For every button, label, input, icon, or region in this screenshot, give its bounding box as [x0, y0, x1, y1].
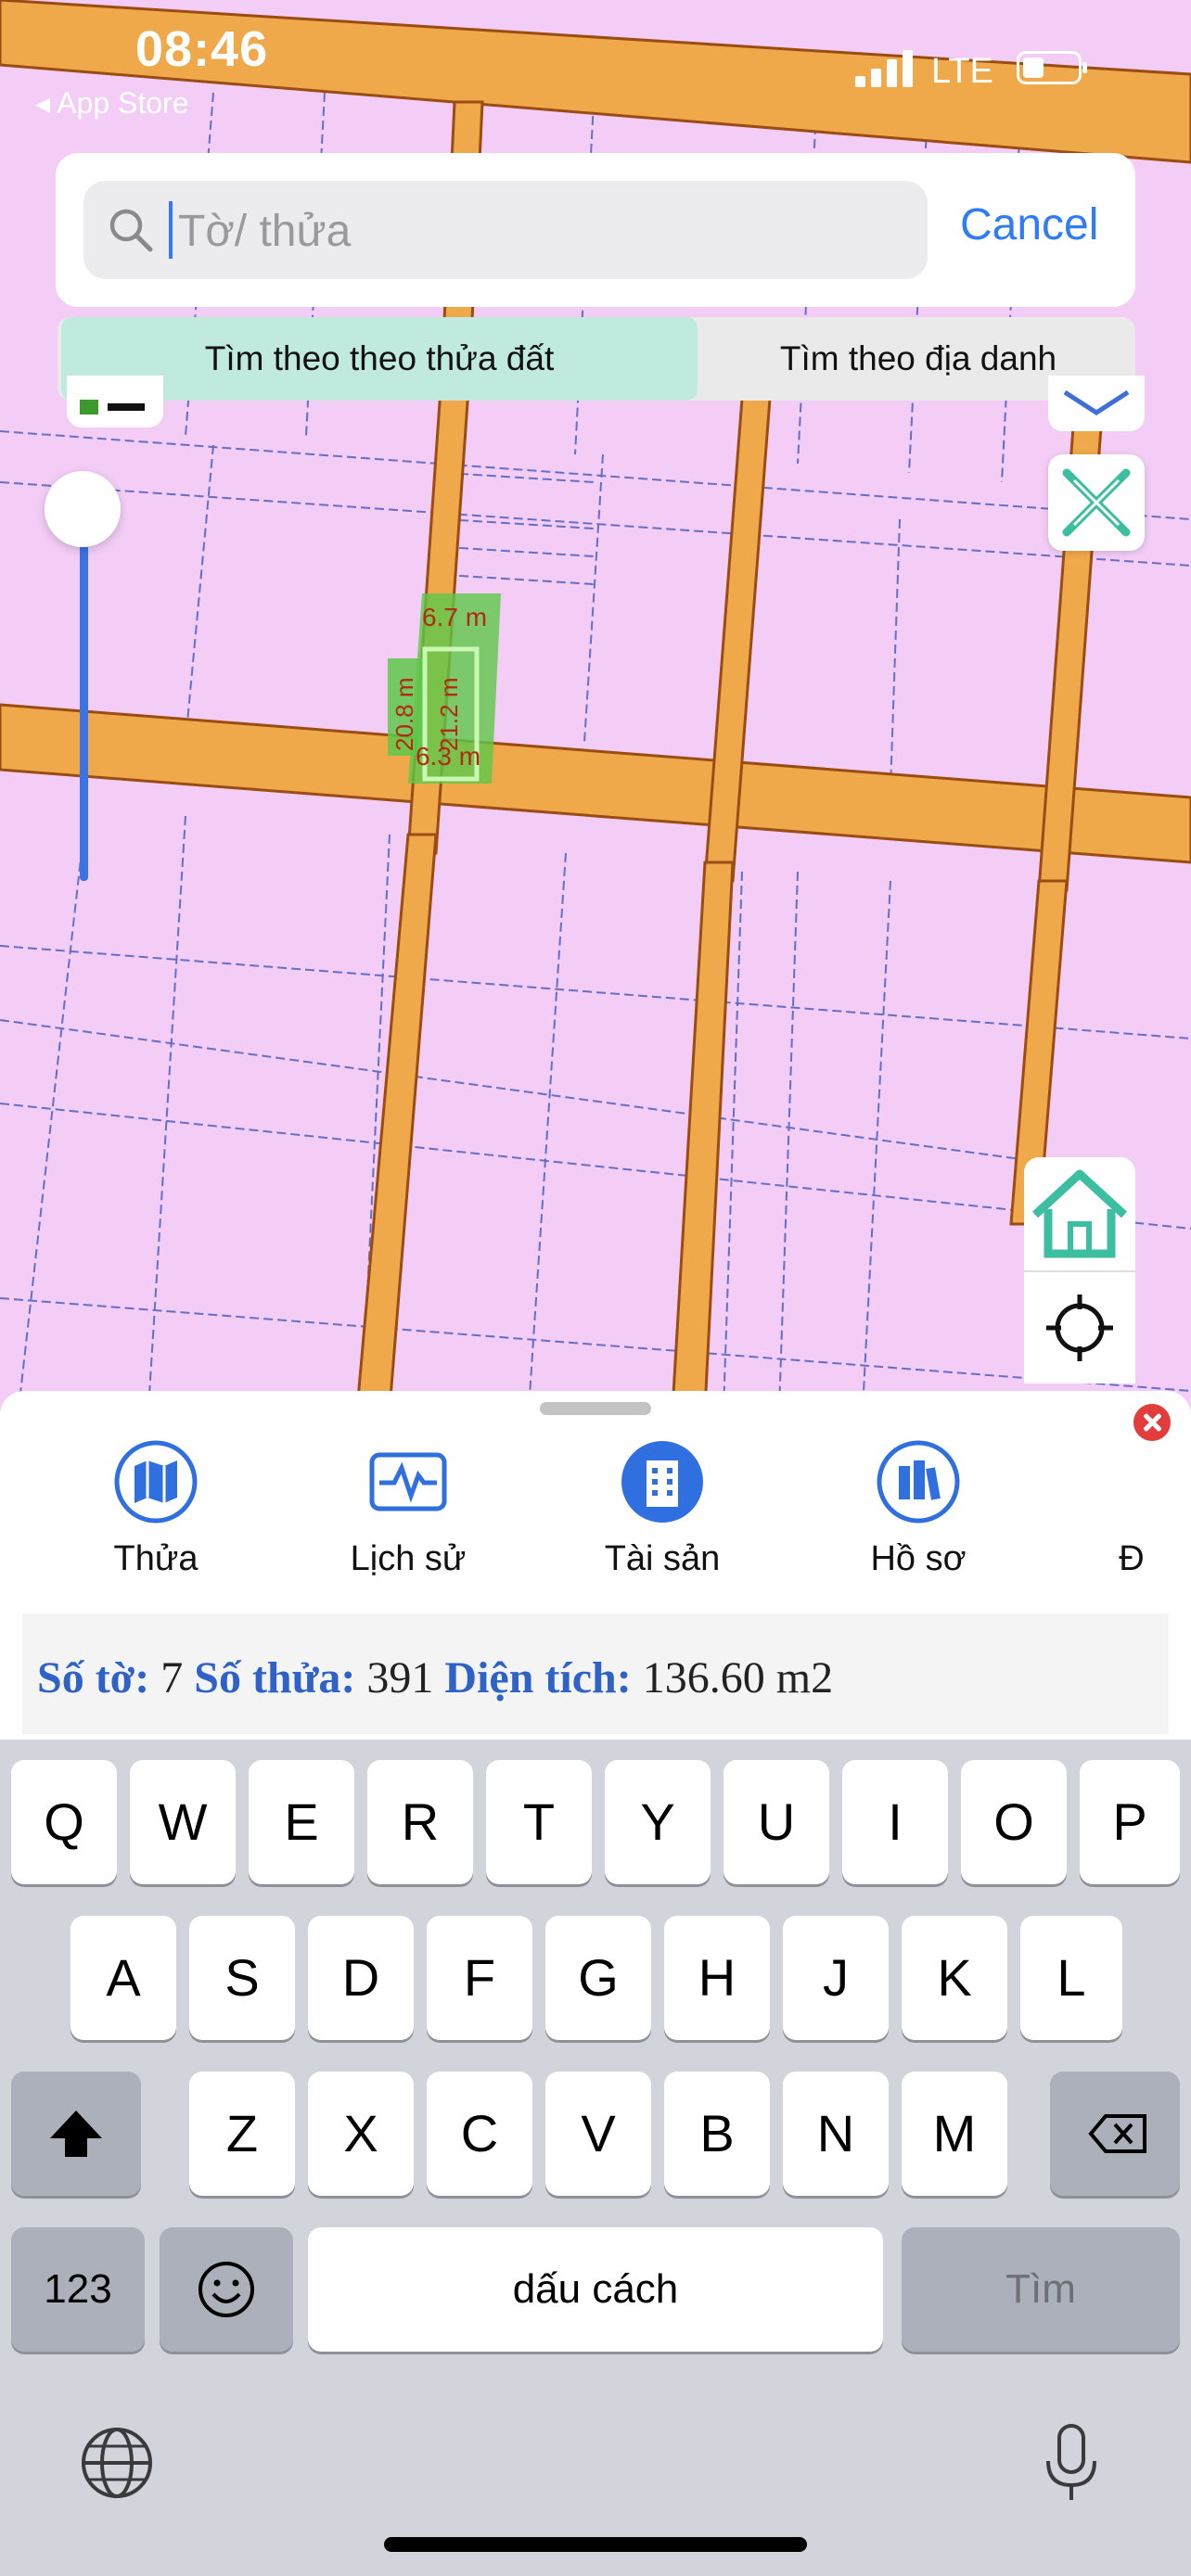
key-g[interactable]: G	[545, 1916, 651, 2040]
key-l[interactable]: L	[1020, 1916, 1122, 2040]
home-indicator[interactable]	[384, 2537, 807, 2552]
text-caret	[169, 201, 173, 259]
key-d[interactable]: D	[308, 1916, 414, 2040]
dien-tich-label: Diện tích:	[444, 1653, 632, 1702]
search-mode-tabs: Tìm theo theo thửa đất Tìm theo địa danh	[58, 317, 1135, 401]
key-c[interactable]: C	[427, 2072, 532, 2196]
so-thua-value: 391	[366, 1653, 434, 1702]
keyboard: Q W E R T Y U I O P A S D F G H J K L Z …	[0, 1740, 1191, 2576]
sheet-tab-more[interactable]: Đ	[1020, 1437, 1191, 1595]
locate-button[interactable]	[1024, 1272, 1135, 1384]
search-card: Cancel	[56, 153, 1135, 307]
key-e[interactable]: E	[249, 1760, 354, 1884]
measure-label-bottom: 6.3 m	[416, 742, 480, 771]
backspace-icon	[1088, 2114, 1146, 2153]
cellular-signal-icon	[855, 50, 913, 87]
search-field[interactable]	[83, 181, 928, 279]
key-p[interactable]: P	[1080, 1760, 1180, 1884]
shift-icon	[50, 2111, 102, 2157]
key-v[interactable]: V	[545, 2072, 651, 2196]
parcel-info: Số tờ: 7 Số thửa: 391 Diện tích: 136.60 …	[22, 1613, 1169, 1734]
sheet-tabbar: Thửa Lịch sử Tài sản Hồ sơ Đ	[0, 1437, 1191, 1595]
space-key[interactable]: dấu cách	[308, 2227, 883, 2352]
key-w[interactable]: W	[130, 1760, 236, 1884]
sheet-tab-label: Thửa	[113, 1539, 198, 1578]
opacity-slider-track[interactable]	[80, 501, 88, 881]
key-r[interactable]: R	[367, 1760, 473, 1884]
search-input[interactable]	[176, 194, 903, 268]
legend-button[interactable]	[67, 376, 163, 427]
key-m[interactable]: M	[902, 2072, 1007, 2196]
sheet-tab-label: Lịch sử	[350, 1539, 467, 1578]
crosshair-icon	[1046, 1294, 1113, 1361]
key-h[interactable]: H	[664, 1916, 770, 2040]
sheet-grabber[interactable]	[540, 1402, 651, 1415]
layers-icon	[1063, 389, 1130, 415]
key-x[interactable]: X	[308, 2072, 414, 2196]
map-icon	[114, 1440, 198, 1524]
so-to-label: Số tờ:	[37, 1653, 150, 1702]
key-u[interactable]: U	[724, 1760, 829, 1884]
home-icon	[1031, 1169, 1128, 1258]
ruler-pencil-icon	[1062, 468, 1131, 537]
emoji-icon	[198, 2262, 254, 2317]
key-s[interactable]: S	[189, 1916, 295, 2040]
battery-icon	[1017, 51, 1087, 84]
parcel-info-line: Số tờ: 7 Số thửa: 391 Diện tích: 136.60 …	[37, 1652, 833, 1703]
key-b[interactable]: B	[664, 2072, 770, 2196]
key-y[interactable]: Y	[605, 1760, 711, 1884]
so-to-value: 7	[160, 1653, 184, 1702]
building-icon	[621, 1441, 703, 1523]
sheet-tab-label: Đ	[1119, 1539, 1145, 1578]
home-button[interactable]	[1024, 1157, 1135, 1272]
measure-label-top: 6.7 m	[422, 603, 487, 631]
activity-icon	[369, 1452, 447, 1511]
key-q[interactable]: Q	[11, 1760, 117, 1884]
sheet-tab-label: Hồ sơ	[870, 1539, 967, 1578]
sheet-tab-thua[interactable]: Thửa	[54, 1437, 258, 1595]
measure-label-left: 20.8 m	[391, 678, 418, 752]
key-t[interactable]: T	[486, 1760, 592, 1884]
sheet-tab-label: Tài sản	[604, 1539, 721, 1578]
status-time: 08:46	[135, 21, 269, 77]
measure-label-inner: 21.2 m	[435, 678, 463, 752]
books-icon	[877, 1440, 960, 1524]
key-z[interactable]: Z	[189, 2072, 295, 2196]
numbers-key[interactable]: 123	[11, 2227, 145, 2352]
key-o[interactable]: O	[961, 1760, 1067, 1884]
opacity-slider-knob[interactable]	[45, 471, 121, 547]
key-a[interactable]: A	[70, 1916, 176, 2040]
sheet-tab-tai-san[interactable]: Tài sản	[560, 1437, 764, 1595]
sheet-tab-ho-so[interactable]: Hồ sơ	[816, 1437, 1020, 1595]
cancel-button[interactable]: Cancel	[960, 199, 1098, 250]
key-j[interactable]: J	[783, 1916, 889, 2040]
measure-tool-button[interactable]	[1048, 454, 1145, 551]
backspace-key[interactable]	[1050, 2072, 1180, 2196]
key-n[interactable]: N	[783, 2072, 889, 2196]
back-to-app-store-link[interactable]: ◂ App Store	[35, 85, 189, 121]
shift-key[interactable]	[11, 2072, 141, 2196]
sheet-tab-lich-su[interactable]: Lịch sử	[306, 1437, 510, 1595]
layers-button[interactable]	[1048, 376, 1145, 431]
so-thua-label: Số thửa:	[194, 1653, 356, 1702]
globe-icon[interactable]	[78, 2424, 156, 2502]
status-bar: 08:46 ◂ App Store LTE	[0, 0, 1191, 120]
key-k[interactable]: K	[902, 1916, 1007, 2040]
dien-tich-value: 136.60 m2	[642, 1653, 834, 1702]
emoji-key[interactable]	[160, 2227, 293, 2352]
search-icon	[109, 209, 153, 252]
microphone-icon[interactable]	[1039, 2420, 1104, 2506]
key-f[interactable]: F	[427, 1916, 532, 2040]
network-type: LTE	[931, 52, 993, 91]
search-return-key[interactable]: Tìm	[902, 2227, 1180, 2352]
key-i[interactable]: I	[842, 1760, 948, 1884]
